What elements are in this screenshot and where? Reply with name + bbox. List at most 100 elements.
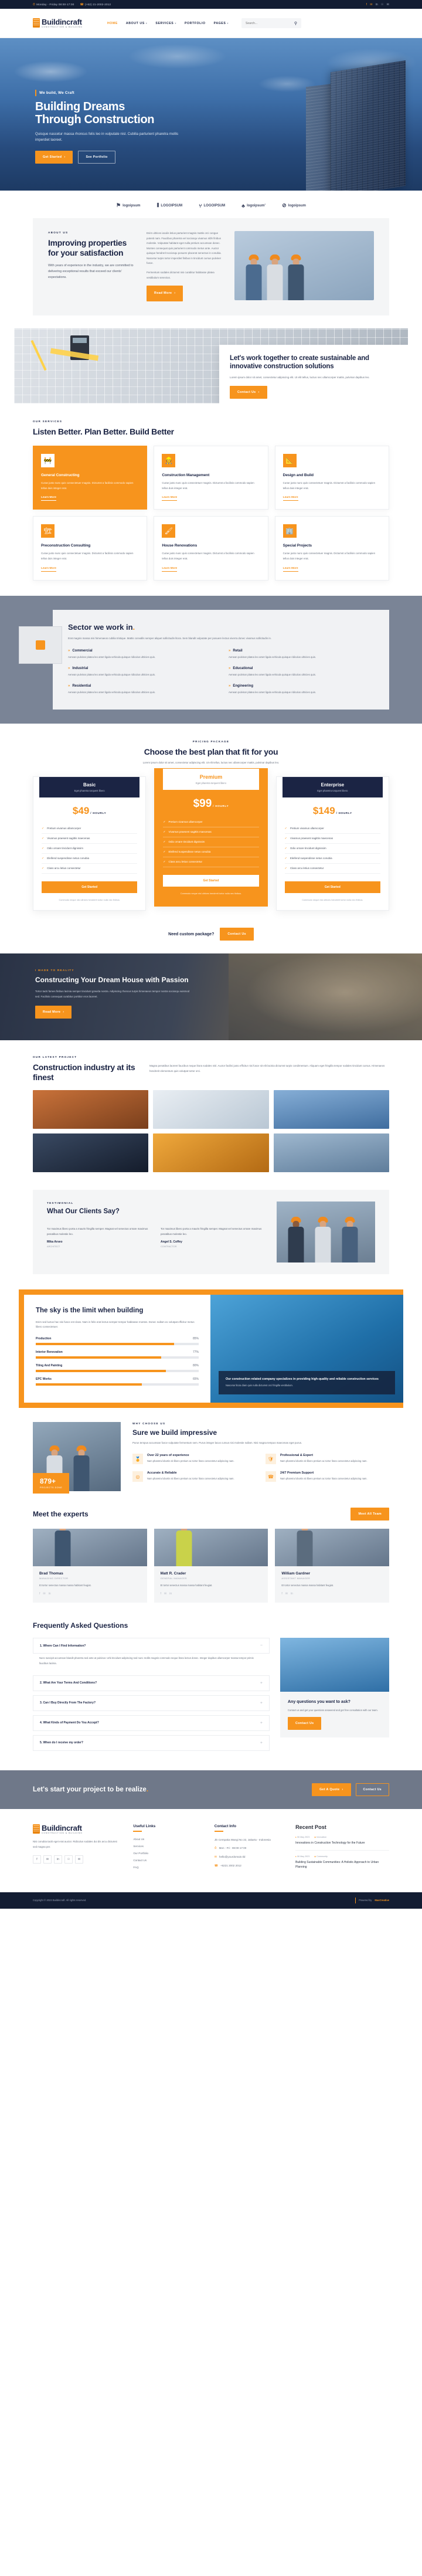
- project-thumb[interactable]: [273, 1133, 389, 1173]
- team-title: Meet the experts: [33, 1509, 89, 1518]
- email-icon[interactable]: ✉: [387, 3, 389, 6]
- plan-features: ✓ Pretium vivamus ullamcorper ✓ Vivamus pr…: [163, 817, 259, 867]
- plan-get-started-button[interactable]: Get Started: [284, 881, 380, 893]
- sector-item-title: » Educational: [229, 667, 253, 671]
- nav-item-home[interactable]: HOME: [107, 22, 118, 25]
- plus-icon[interactable]: +: [260, 1721, 263, 1725]
- custom-package-contact-button[interactable]: Contact Us: [220, 928, 254, 941]
- facebook-icon[interactable]: f: [281, 1592, 282, 1596]
- footer-link[interactable]: Our Portfolio: [133, 1852, 200, 1855]
- top-phone[interactable]: ☎ (+62) 21-2002-2012: [80, 3, 111, 6]
- facebook-icon[interactable]: f: [33, 1855, 41, 1864]
- twitter-icon[interactable]: ✉: [370, 3, 372, 6]
- footer-post-title: Building Sustainable Communities: A Holi…: [295, 1861, 379, 1869]
- testimonial-quote: Tor maximus libero porta a mauris fringi…: [47, 1227, 148, 1236]
- sky-limit-image: Our construction related company special…: [210, 1295, 403, 1403]
- about-read-more-button[interactable]: Read More ›: [147, 286, 183, 301]
- project-thumb[interactable]: [153, 1090, 269, 1129]
- get-a-quote-button[interactable]: Get A Quote ›: [312, 1783, 351, 1796]
- faq-item[interactable]: 4. What Kinds of Payment Do You Accept? +: [33, 1715, 270, 1731]
- plus-icon[interactable]: +: [260, 1701, 263, 1705]
- sector-item-desc: Aenean pulvinar platea leo amet ligula v…: [68, 691, 156, 694]
- linkedin-icon[interactable]: in: [49, 1592, 51, 1596]
- pricing-header: Enterprise Eget pharetra torquent libero: [282, 776, 383, 797]
- plan-get-started-button[interactable]: Get Started: [42, 881, 138, 893]
- service-learn-more-link[interactable]: Learn More: [41, 567, 56, 572]
- service-card[interactable]: 👷 Construction Management Curae justo nu…: [154, 446, 268, 510]
- facebook-icon[interactable]: f: [39, 1592, 40, 1596]
- worker-figure: [174, 1528, 194, 1566]
- blueprint-contact-button[interactable]: Contact Us ›: [230, 385, 267, 399]
- facebook-icon[interactable]: f: [366, 3, 367, 6]
- footer-link[interactable]: FAQ: [133, 1866, 200, 1869]
- project-thumb[interactable]: [33, 1133, 149, 1173]
- service-card[interactable]: 🖌 House Renovations Curae justo nunc qui…: [154, 516, 268, 581]
- bottom-cta-title-text: Let's start your project to be realize: [33, 1786, 147, 1793]
- nav-item-pages[interactable]: PAGES ▾: [214, 22, 229, 25]
- linkedin-icon[interactable]: in: [169, 1592, 172, 1596]
- footer-post[interactable]: ▸ 06 May 2023 ◈ Innovation Innovations in…: [295, 1836, 389, 1851]
- faq-item[interactable]: 1. Where Can I Find Information? −: [33, 1638, 270, 1654]
- service-learn-more-link[interactable]: Learn More: [41, 496, 56, 501]
- rss-icon[interactable]: ☉: [64, 1855, 73, 1864]
- faq-item[interactable]: 3. Can I Buy Directly From The Factory? +: [33, 1695, 270, 1711]
- linkedin-icon[interactable]: in: [54, 1855, 62, 1864]
- project-thumb[interactable]: [33, 1090, 149, 1129]
- sector-item: » Commercial Aenean pulvinar platea leo am…: [68, 649, 213, 660]
- service-learn-more-link[interactable]: Learn More: [283, 496, 298, 501]
- see-portfolio-button[interactable]: See Portfolio: [78, 151, 115, 164]
- search-input[interactable]: [246, 21, 294, 25]
- footer-email-row[interactable]: ✉ hello@yourdomain.tld: [215, 1855, 281, 1860]
- service-card[interactable]: 📐 Design and Build Curae justo nunc quis…: [274, 446, 389, 510]
- plus-icon[interactable]: +: [260, 1681, 263, 1685]
- dream-read-more-button[interactable]: Read More ›: [35, 1006, 72, 1019]
- twitter-icon[interactable]: ✉: [285, 1592, 288, 1596]
- service-learn-more-link[interactable]: Learn More: [283, 567, 298, 572]
- nav-item-services[interactable]: SERVICES ▾: [155, 22, 176, 25]
- powered-brand[interactable]: MaxCreative: [375, 1899, 389, 1902]
- rss-icon[interactable]: ☉: [381, 3, 384, 6]
- get-started-button[interactable]: Get Started ›: [35, 151, 73, 164]
- twitter-icon[interactable]: ✉: [164, 1592, 166, 1596]
- minus-icon[interactable]: −: [260, 1644, 263, 1648]
- footer-links-col: Useful Links About Us Services Our Portf…: [133, 1824, 200, 1879]
- faq-item[interactable]: 5. When do I receive my order? +: [33, 1735, 270, 1751]
- faq-contact-button[interactable]: Contact Us: [288, 1717, 322, 1730]
- about-title: Improving properties for your satisfacti…: [48, 238, 127, 257]
- chevron-double-icon: »: [68, 649, 70, 653]
- plan-get-started-button[interactable]: Get Started: [163, 874, 259, 887]
- nav-item-portfolio[interactable]: PORTFOLIO: [185, 22, 206, 25]
- footer-link[interactable]: Contact Us: [133, 1859, 200, 1862]
- service-learn-more-link[interactable]: Learn More: [162, 496, 178, 501]
- email-icon: ✉: [214, 1855, 217, 1859]
- project-thumb[interactable]: [273, 1090, 389, 1129]
- footer-hours-row: ⏱ Mon - Fri : 08:00-17:00: [215, 1846, 281, 1851]
- footer-post[interactable]: ▸ 06 May 2023 ◈ Community Building Sustai…: [295, 1855, 389, 1875]
- team-header: Meet the experts Meet All Team: [33, 1507, 389, 1521]
- footer-link[interactable]: Services: [133, 1845, 200, 1848]
- twitter-icon[interactable]: ✉: [43, 1592, 45, 1596]
- search-icon[interactable]: ⚲: [294, 21, 297, 26]
- nav-item-about-us[interactable]: ABOUT US ▾: [126, 22, 148, 25]
- service-card[interactable]: 🏢 Special Projects Curae justo nunc quis…: [274, 516, 389, 581]
- plus-icon[interactable]: +: [260, 1741, 263, 1745]
- contact-us-button[interactable]: Contact Us: [355, 1783, 389, 1796]
- search-box[interactable]: ⚲: [241, 18, 302, 28]
- meet-all-team-button[interactable]: Meet All Team: [350, 1507, 389, 1521]
- skill-pct: 85%: [192, 1336, 199, 1340]
- linkedin-icon[interactable]: in: [291, 1592, 293, 1596]
- testimonial-meta: Angel S. Coffey CONTRACTOR: [161, 1240, 265, 1248]
- linkedin-icon[interactable]: in: [376, 3, 378, 6]
- service-card[interactable]: 🚧 General Constructing Curae justo nunc …: [33, 446, 148, 510]
- service-learn-more-link[interactable]: Learn More: [162, 567, 178, 572]
- footer-link[interactable]: About Us: [133, 1838, 200, 1841]
- service-card[interactable]: 🏗 Preconstruction Consulting Curae justo…: [33, 516, 148, 581]
- project-thumb[interactable]: [153, 1133, 269, 1173]
- twitter-icon[interactable]: ✉: [43, 1855, 52, 1864]
- footer-phone-row[interactable]: ☎ +6221 2002 2012: [215, 1864, 281, 1869]
- logo[interactable]: Buildincraft CONSTRUCTION & BUILDING: [33, 18, 83, 28]
- footer-logo[interactable]: Buildincraft CONSTRUCTION & BUILDING: [33, 1824, 119, 1834]
- email-icon[interactable]: ✉: [75, 1855, 83, 1864]
- faq-item[interactable]: 2. What Are Your Terms And Conditions? +: [33, 1675, 270, 1691]
- custom-package-question: Need custom package?: [168, 932, 215, 936]
